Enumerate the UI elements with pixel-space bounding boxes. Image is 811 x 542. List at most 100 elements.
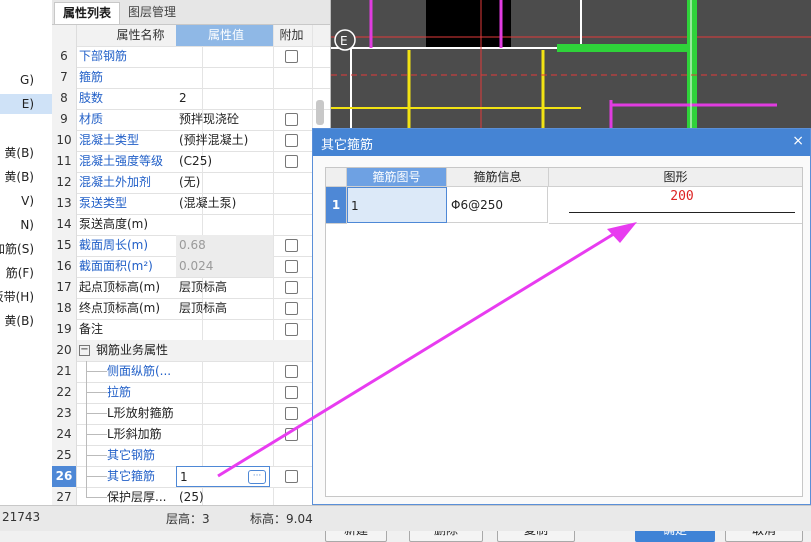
- add-checkbox[interactable]: [285, 260, 298, 273]
- add-checkbox[interactable]: [285, 155, 298, 168]
- property-row[interactable]: 11 混凝土强度等级 (C25): [52, 151, 330, 173]
- add-checkbox[interactable]: [285, 365, 298, 378]
- property-row[interactable]: 15 截面周长(m) 0.68: [52, 235, 330, 257]
- grid-row-number[interactable]: 1: [326, 187, 347, 224]
- left-list-item[interactable]: 黄(B): [0, 143, 52, 163]
- property-name-label: 终点顶标高(m): [79, 301, 161, 315]
- property-add-cell: [271, 424, 313, 445]
- property-row[interactable]: 6 下部钢筋: [52, 46, 330, 68]
- property-row[interactable]: 17 起点顶标高(m) 层顶标高: [52, 277, 330, 299]
- property-value[interactable]: 2: [176, 88, 274, 109]
- property-value[interactable]: [176, 361, 274, 382]
- property-value-text: 层顶标高: [179, 301, 228, 315]
- add-checkbox[interactable]: [285, 50, 298, 63]
- property-value[interactable]: [176, 67, 274, 88]
- property-value[interactable]: [176, 319, 274, 340]
- dialog-title-bar: 其它箍筋 ×: [313, 129, 810, 156]
- left-list-item[interactable]: G): [0, 70, 52, 90]
- property-row[interactable]: 13 泵送类型 (混凝土泵): [52, 193, 330, 215]
- add-checkbox[interactable]: [285, 302, 298, 315]
- property-value[interactable]: (25): [176, 487, 274, 505]
- property-row[interactable]: 12 混凝土外加剂 (无): [52, 172, 330, 194]
- tab-property-list[interactable]: 属性列表: [54, 2, 121, 24]
- property-value[interactable]: [176, 382, 274, 403]
- row-number: 6: [52, 46, 77, 67]
- row-number: 20: [52, 340, 77, 361]
- left-list-item[interactable]: 黄(B): [0, 311, 52, 331]
- property-name-label: 材质: [79, 112, 104, 126]
- stirrup-shape-cell[interactable]: 200: [549, 187, 802, 224]
- add-checkbox[interactable]: [285, 281, 298, 294]
- left-list-item[interactable]: 加筋(S): [0, 239, 52, 259]
- property-value[interactable]: [176, 340, 274, 361]
- add-checkbox[interactable]: [285, 386, 298, 399]
- property-row[interactable]: 24 L形斜加筋: [52, 424, 330, 446]
- column-code-header: 箍筋图号: [347, 168, 447, 187]
- property-panel: 属性列表 图层管理 属性名称 属性值 附加 6 下部钢筋 7 箍筋 8 肢数 2 9 材质 预拌现…: [52, 0, 331, 505]
- property-row[interactable]: 7 箍筋: [52, 67, 330, 89]
- property-row[interactable]: 14 泵送高度(m): [52, 214, 330, 236]
- property-add-cell: [271, 382, 313, 403]
- property-row[interactable]: 20− 钢筋业务属性: [52, 340, 330, 362]
- close-icon[interactable]: ×: [792, 133, 804, 149]
- cad-drawing-canvas[interactable]: E: [331, 0, 811, 128]
- property-value[interactable]: 0.68: [176, 235, 274, 256]
- property-value[interactable]: (无): [176, 172, 274, 193]
- tree-branch-line: [87, 497, 107, 498]
- property-row[interactable]: 18 终点顶标高(m) 层顶标高: [52, 298, 330, 320]
- property-row[interactable]: 27 保护层厚... (25): [52, 487, 330, 505]
- property-name-label: 箍筋: [79, 70, 104, 84]
- property-add-cell: [271, 361, 313, 382]
- property-value[interactable]: [176, 214, 274, 235]
- left-list-item[interactable]: N): [0, 215, 52, 235]
- property-value[interactable]: 层顶标高: [176, 298, 274, 319]
- property-row[interactable]: 9 材质 预拌现浇砼: [52, 109, 330, 131]
- left-list-item[interactable]: 板带(H): [0, 287, 52, 307]
- property-value[interactable]: [176, 424, 274, 445]
- property-value-text: 2: [179, 91, 187, 105]
- ellipsis-button[interactable]: ···: [248, 470, 266, 484]
- property-value[interactable]: [176, 445, 274, 466]
- property-value[interactable]: 0.024: [176, 256, 274, 277]
- property-value[interactable]: (预拌混凝土): [176, 130, 274, 151]
- property-row[interactable]: 8 肢数 2: [52, 88, 330, 110]
- property-value[interactable]: [176, 403, 274, 424]
- property-row[interactable]: 23 L形放射箍筋: [52, 403, 330, 425]
- add-checkbox[interactable]: [285, 428, 298, 441]
- property-add-cell: [271, 445, 313, 466]
- property-value-text: 0.024: [179, 259, 214, 273]
- add-checkbox[interactable]: [285, 134, 298, 147]
- property-value[interactable]: 预拌现浇砼: [176, 109, 274, 130]
- property-value[interactable]: [176, 46, 274, 67]
- property-row-selected[interactable]: 26 其它箍筋 1 ···: [52, 466, 330, 488]
- row-number: 9: [52, 109, 77, 130]
- left-list-item[interactable]: 筋(F): [0, 263, 52, 283]
- left-list-item-selected[interactable]: E): [0, 94, 52, 114]
- add-checkbox[interactable]: [285, 470, 298, 483]
- stirrup-info-cell[interactable]: Φ6@250: [447, 187, 548, 223]
- left-list-item[interactable]: V): [0, 191, 52, 211]
- add-checkbox[interactable]: [285, 113, 298, 126]
- property-row[interactable]: 10 混凝土类型 (预拌混凝土): [52, 130, 330, 152]
- property-row[interactable]: 25 其它钢筋: [52, 445, 330, 467]
- status-bar: 21743 层高：3 标高：9.04: [0, 505, 811, 531]
- property-row[interactable]: 22 拉筋: [52, 382, 330, 404]
- collapse-icon[interactable]: −: [79, 345, 90, 356]
- property-value[interactable]: 1 ···: [176, 466, 270, 487]
- property-scrollbar[interactable]: [316, 100, 324, 125]
- property-row[interactable]: 21 侧面纵筋(...: [52, 361, 330, 383]
- add-checkbox[interactable]: [285, 323, 298, 336]
- property-name-label: 钢筋业务属性: [96, 343, 169, 357]
- add-checkbox[interactable]: [285, 407, 298, 420]
- stirrup-shape-value: 200: [670, 189, 694, 204]
- property-value[interactable]: (混凝土泵): [176, 193, 274, 214]
- property-value[interactable]: (C25): [176, 151, 274, 172]
- stirrup-code-cell[interactable]: 1: [347, 187, 447, 223]
- add-checkbox[interactable]: [285, 239, 298, 252]
- property-value-text: (预拌混凝土): [179, 133, 249, 147]
- left-list-item[interactable]: 黄(B): [0, 167, 52, 187]
- property-value[interactable]: 层顶标高: [176, 277, 274, 298]
- property-row[interactable]: 16 截面面积(m²) 0.024: [52, 256, 330, 278]
- tab-layer-manage[interactable]: 图层管理: [120, 2, 184, 23]
- property-row[interactable]: 19 备注: [52, 319, 330, 341]
